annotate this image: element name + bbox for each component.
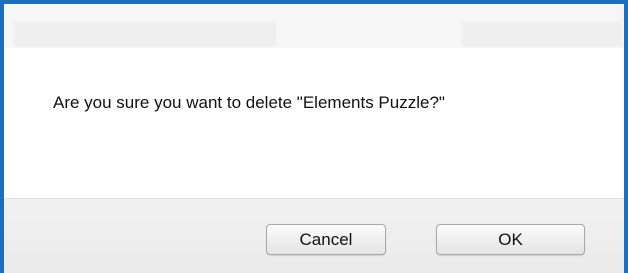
dialog-footer: Cancel OK <box>4 198 624 273</box>
ok-button[interactable]: OK <box>436 224 585 255</box>
confirm-message: Are you sure you want to delete "Element… <box>53 93 445 112</box>
background-header-right <box>462 22 622 46</box>
delete-confirm-dialog: Are you sure you want to delete "Element… <box>0 0 628 273</box>
cancel-button[interactable]: Cancel <box>266 224 386 255</box>
background-header-left <box>14 22 276 46</box>
